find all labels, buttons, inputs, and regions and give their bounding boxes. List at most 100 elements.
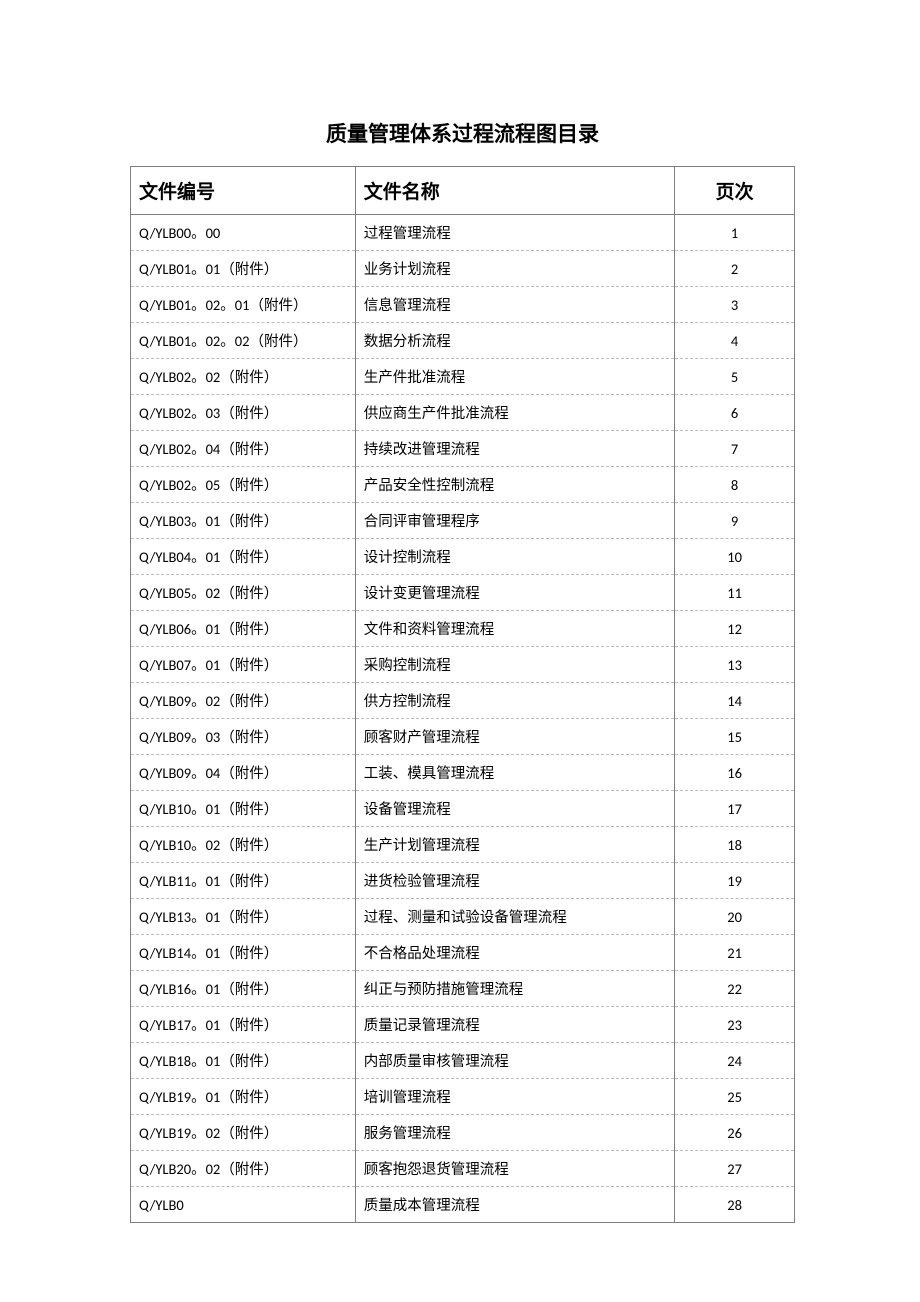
cell-code: Q/YLB01。01（附件） (131, 251, 356, 287)
cell-page: 3 (675, 287, 795, 323)
cell-name: 数据分析流程 (355, 323, 674, 359)
table-row: Q/YLB19。01（附件）培训管理流程25 (131, 1079, 795, 1115)
table-body: Q/YLB00。00过程管理流程1Q/YLB01。01（附件）业务计划流程2Q/… (131, 215, 795, 1223)
cell-page: 16 (675, 755, 795, 791)
cell-page: 6 (675, 395, 795, 431)
table-row: Q/YLB02。05（附件）产品安全性控制流程8 (131, 467, 795, 503)
cell-code: Q/YLB09。03（附件） (131, 719, 356, 755)
document-title: 质量管理体系过程流程图目录 (130, 118, 795, 148)
cell-page: 15 (675, 719, 795, 755)
table-row: Q/YLB02。02（附件）生产件批准流程5 (131, 359, 795, 395)
cell-code: Q/YLB07。01（附件） (131, 647, 356, 683)
cell-page: 14 (675, 683, 795, 719)
cell-page: 8 (675, 467, 795, 503)
header-page: 页次 (675, 167, 795, 215)
table-row: Q/YLB09。03（附件）顾客财产管理流程15 (131, 719, 795, 755)
table-row: Q/YLB10。01（附件）设备管理流程17 (131, 791, 795, 827)
cell-code: Q/YLB06。01（附件） (131, 611, 356, 647)
cell-page: 18 (675, 827, 795, 863)
cell-name: 设计变更管理流程 (355, 575, 674, 611)
cell-name: 质量记录管理流程 (355, 1007, 674, 1043)
cell-name: 内部质量审核管理流程 (355, 1043, 674, 1079)
cell-page: 11 (675, 575, 795, 611)
cell-code: Q/YLB20。02（附件） (131, 1151, 356, 1187)
table-row: Q/YLB10。02（附件）生产计划管理流程18 (131, 827, 795, 863)
cell-code: Q/YLB10。02（附件） (131, 827, 356, 863)
cell-page: 21 (675, 935, 795, 971)
cell-name: 质量成本管理流程 (355, 1187, 674, 1223)
cell-code: Q/YLB00。00 (131, 215, 356, 251)
cell-code: Q/YLB0 (131, 1187, 356, 1223)
cell-name: 过程、测量和试验设备管理流程 (355, 899, 674, 935)
table-row: Q/YLB04。01（附件）设计控制流程10 (131, 539, 795, 575)
cell-name: 文件和资料管理流程 (355, 611, 674, 647)
table-row: Q/YLB17。01（附件）质量记录管理流程23 (131, 1007, 795, 1043)
toc-table: 文件编号 文件名称 页次 Q/YLB00。00过程管理流程1Q/YLB01。01… (130, 166, 795, 1223)
header-code: 文件编号 (131, 167, 356, 215)
cell-code: Q/YLB14。01（附件） (131, 935, 356, 971)
cell-name: 生产件批准流程 (355, 359, 674, 395)
cell-page: 4 (675, 323, 795, 359)
table-row: Q/YLB06。01（附件）文件和资料管理流程12 (131, 611, 795, 647)
cell-name: 产品安全性控制流程 (355, 467, 674, 503)
cell-code: Q/YLB17。01（附件） (131, 1007, 356, 1043)
cell-code: Q/YLB02。05（附件） (131, 467, 356, 503)
cell-name: 生产计划管理流程 (355, 827, 674, 863)
cell-name: 信息管理流程 (355, 287, 674, 323)
table-row: Q/YLB14。01（附件）不合格品处理流程21 (131, 935, 795, 971)
cell-code: Q/YLB01。02。02（附件） (131, 323, 356, 359)
table-row: Q/YLB0质量成本管理流程28 (131, 1187, 795, 1223)
cell-name: 工装、模具管理流程 (355, 755, 674, 791)
cell-code: Q/YLB16。01（附件） (131, 971, 356, 1007)
table-row: Q/YLB11。01（附件）进货检验管理流程19 (131, 863, 795, 899)
cell-code: Q/YLB10。01（附件） (131, 791, 356, 827)
cell-name: 持续改进管理流程 (355, 431, 674, 467)
table-row: Q/YLB07。01（附件）采购控制流程13 (131, 647, 795, 683)
cell-code: Q/YLB02。02（附件） (131, 359, 356, 395)
cell-page: 9 (675, 503, 795, 539)
table-row: Q/YLB01。01（附件）业务计划流程2 (131, 251, 795, 287)
table-row: Q/YLB01。02。01（附件）信息管理流程3 (131, 287, 795, 323)
cell-code: Q/YLB04。01（附件） (131, 539, 356, 575)
cell-name: 培训管理流程 (355, 1079, 674, 1115)
table-row: Q/YLB01。02。02（附件）数据分析流程4 (131, 323, 795, 359)
table-row: Q/YLB02。04（附件）持续改进管理流程7 (131, 431, 795, 467)
cell-name: 业务计划流程 (355, 251, 674, 287)
table-row: Q/YLB18。01（附件）内部质量审核管理流程24 (131, 1043, 795, 1079)
cell-code: Q/YLB13。01（附件） (131, 899, 356, 935)
cell-page: 25 (675, 1079, 795, 1115)
table-row: Q/YLB16。01（附件）纠正与预防措施管理流程22 (131, 971, 795, 1007)
cell-code: Q/YLB11。01（附件） (131, 863, 356, 899)
cell-code: Q/YLB01。02。01（附件） (131, 287, 356, 323)
table-row: Q/YLB03。01（附件）合同评审管理程序9 (131, 503, 795, 539)
table-header-row: 文件编号 文件名称 页次 (131, 167, 795, 215)
cell-name: 合同评审管理程序 (355, 503, 674, 539)
table-row: Q/YLB19。02（附件）服务管理流程26 (131, 1115, 795, 1151)
header-name: 文件名称 (355, 167, 674, 215)
cell-page: 27 (675, 1151, 795, 1187)
cell-page: 1 (675, 215, 795, 251)
cell-page: 20 (675, 899, 795, 935)
cell-page: 17 (675, 791, 795, 827)
cell-name: 采购控制流程 (355, 647, 674, 683)
cell-page: 7 (675, 431, 795, 467)
table-row: Q/YLB09。02（附件）供方控制流程14 (131, 683, 795, 719)
cell-code: Q/YLB05。02（附件） (131, 575, 356, 611)
cell-page: 24 (675, 1043, 795, 1079)
cell-code: Q/YLB09。04（附件） (131, 755, 356, 791)
cell-name: 顾客财产管理流程 (355, 719, 674, 755)
cell-code: Q/YLB03。01（附件） (131, 503, 356, 539)
cell-page: 5 (675, 359, 795, 395)
cell-code: Q/YLB19。02（附件） (131, 1115, 356, 1151)
cell-page: 22 (675, 971, 795, 1007)
cell-name: 过程管理流程 (355, 215, 674, 251)
cell-name: 进货检验管理流程 (355, 863, 674, 899)
cell-name: 不合格品处理流程 (355, 935, 674, 971)
cell-page: 26 (675, 1115, 795, 1151)
cell-code: Q/YLB09。02（附件） (131, 683, 356, 719)
table-row: Q/YLB00。00过程管理流程1 (131, 215, 795, 251)
cell-page: 19 (675, 863, 795, 899)
cell-name: 供方控制流程 (355, 683, 674, 719)
document-page: 质量管理体系过程流程图目录 文件编号 文件名称 页次 Q/YLB00。00过程管… (0, 0, 920, 1223)
table-row: Q/YLB20。02（附件）顾客抱怨退货管理流程27 (131, 1151, 795, 1187)
